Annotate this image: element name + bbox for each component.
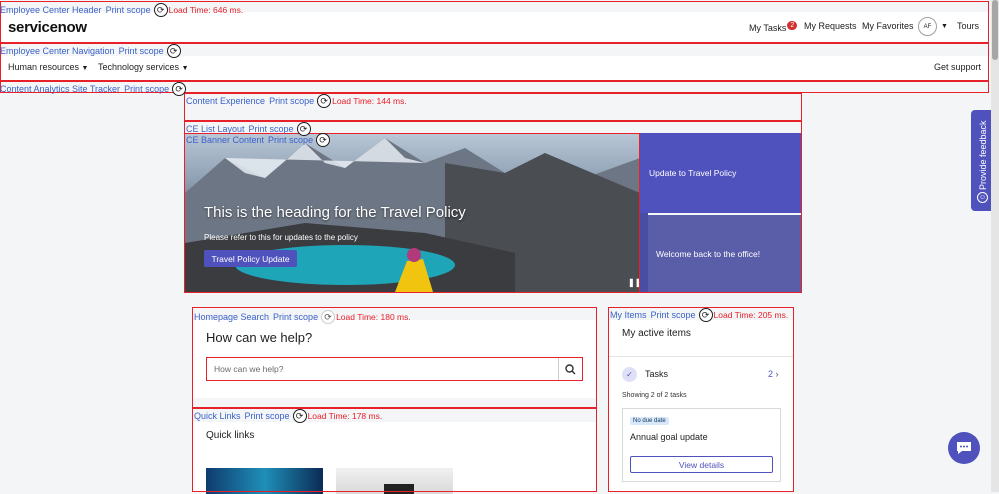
search-placeholder: How can we help? (214, 364, 284, 374)
divider (609, 356, 793, 357)
print-scope-link[interactable]: Print scope (245, 411, 290, 421)
refresh-icon[interactable]: ⟳ (316, 133, 331, 147)
travel-policy-update-button[interactable]: Travel Policy Update (204, 250, 297, 267)
tasks-count-badge: 2 (787, 21, 798, 30)
side-card-divider (640, 213, 648, 292)
debug-component-name[interactable]: Employee Center Navigation (0, 46, 115, 56)
refresh-icon[interactable]: ⟳ (166, 44, 181, 58)
banner-subtitle: Please refer to this for updates to the … (204, 233, 358, 242)
debug-label-navigation: Employee Center Navigation Print scope ⟳ (0, 44, 181, 58)
my-tasks-link[interactable]: My Tasks 2 (749, 21, 798, 33)
print-scope-link[interactable]: Print scope (119, 46, 164, 56)
monitor-shape (384, 484, 414, 494)
load-time: Load Time: 178 ms. (307, 411, 383, 421)
print-scope-link[interactable]: Print scope (106, 5, 151, 15)
debug-component-name[interactable]: CE Banner Content (186, 135, 264, 145)
quick-link-tile-image[interactable] (336, 468, 453, 494)
due-date-pill: No due date (630, 417, 669, 425)
provide-feedback-label: Provide feedback (978, 120, 988, 190)
debug-component-name[interactable]: Content Experience (186, 96, 265, 106)
chevron-down-icon: ▼ (81, 65, 89, 72)
page-scrollbar[interactable] (991, 0, 999, 492)
refresh-icon[interactable]: ⟳ (292, 409, 307, 423)
debug-label-tracker: Content Analytics Site Tracker Print scop… (0, 82, 187, 96)
debug-label-content-experience: Content Experience Print scope ⟳ Load Time:… (186, 94, 407, 108)
refresh-icon[interactable]: ⟳ (321, 310, 336, 324)
print-scope-link[interactable]: Print scope (268, 135, 313, 145)
debug-label-my-items: My Items Print scope ⟳ Load Time: 205 ms. (610, 308, 788, 322)
scroll-thumb[interactable] (992, 0, 998, 60)
print-scope-link[interactable]: Print scope (124, 84, 169, 94)
nav-human-resources-label: Human resources (8, 62, 80, 72)
tasks-label: Tasks (645, 369, 669, 379)
tasks-count-link[interactable]: 2 › (768, 369, 779, 379)
my-items-title: My active items (622, 328, 691, 339)
debug-component-name[interactable]: Content Analytics Site Tracker (0, 84, 120, 94)
my-requests-link[interactable]: My Requests (804, 21, 857, 31)
nav-technology-services-label: Technology services (98, 62, 180, 72)
refresh-icon[interactable]: ⟳ (698, 308, 713, 322)
load-time: Load Time: 144 ms. (332, 96, 407, 106)
showing-count-text: Showing 2 of 2 tasks (622, 392, 687, 399)
banner-side-card-travel-policy[interactable]: Update to Travel Policy (640, 133, 801, 213)
print-scope-link[interactable]: Print scope (273, 312, 318, 322)
quick-links-title: Quick links (206, 430, 255, 441)
chat-icon (957, 442, 971, 454)
refresh-icon[interactable]: ⟳ (317, 94, 332, 108)
get-support-link[interactable]: Get support (934, 62, 981, 72)
debug-label-banner: CE Banner Content Print scope ⟳ (186, 133, 331, 147)
load-time: Load Time: 205 ms. (713, 310, 789, 320)
nav-technology-services[interactable]: Technology services ▼ (98, 62, 189, 72)
debug-component-name[interactable]: Homepage Search (194, 312, 269, 322)
task-title: Annual goal update (630, 432, 708, 442)
chevron-down-icon: ▼ (181, 65, 189, 72)
avatar[interactable]: AF (918, 17, 937, 36)
quick-link-tile-image[interactable] (206, 468, 323, 494)
banner-heading: This is the heading for the Travel Polic… (204, 204, 466, 221)
banner-side-card-welcome[interactable]: Welcome back to the office! (648, 215, 801, 292)
chevron-down-icon[interactable]: ▼ (941, 23, 948, 30)
chevron-right-icon: › (775, 369, 779, 379)
search-button[interactable] (558, 358, 582, 380)
tasks-count: 2 (768, 369, 774, 379)
load-time: Load Time: 646 ms. (168, 5, 244, 15)
nav-human-resources[interactable]: Human resources ▼ (8, 62, 88, 72)
my-tasks-label: My Tasks (749, 23, 787, 33)
debug-label-header: Employee Center Header Print scope ⟳ Load T… (0, 3, 243, 17)
debug-label-quick-links: Quick Links Print scope ⟳ Load Time: 178 ms… (194, 409, 382, 423)
check-icon: ✓ (622, 367, 637, 382)
view-details-button[interactable]: View details (630, 456, 773, 473)
search-icon (565, 363, 576, 374)
print-scope-link[interactable]: Print scope (651, 310, 696, 320)
smile-icon: ☺ (977, 192, 988, 203)
debug-label-search: Homepage Search Print scope ⟳ Load Time: 18… (194, 310, 411, 324)
debug-component-name[interactable]: Employee Center Header (0, 5, 102, 15)
load-time: Load Time: 180 ms. (336, 312, 411, 322)
print-scope-link[interactable]: Print scope (269, 96, 314, 106)
search-title: How can we help? (206, 330, 313, 345)
refresh-icon[interactable]: ⟳ (153, 3, 168, 17)
chat-button[interactable] (948, 432, 980, 464)
servicenow-logo[interactable]: servicenow (8, 19, 87, 36)
debug-component-name[interactable]: My Items (610, 310, 647, 320)
my-favorites-link[interactable]: My Favorites (862, 21, 914, 31)
tours-link[interactable]: Tours (957, 21, 979, 31)
debug-component-name[interactable]: Quick Links (194, 411, 241, 421)
refresh-icon[interactable]: ⟳ (172, 82, 187, 96)
